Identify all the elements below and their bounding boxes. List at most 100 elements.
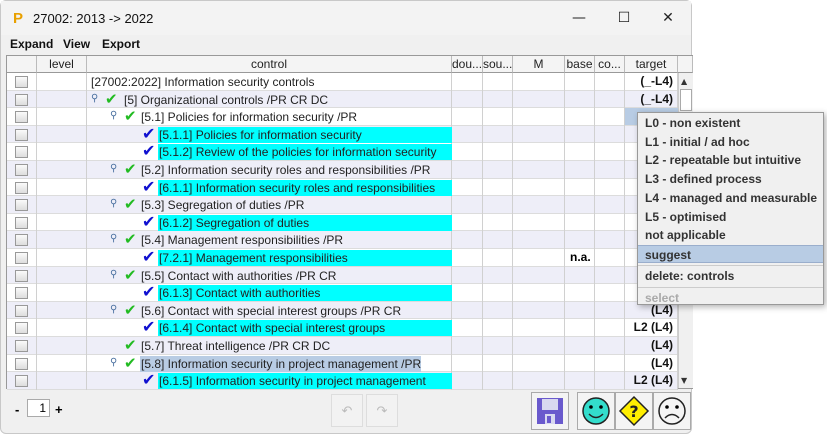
- redo-button[interactable]: ↷: [366, 394, 398, 427]
- target-cell[interactable]: (_-L4): [625, 73, 678, 90]
- row-checkbox[interactable]: [15, 234, 28, 247]
- column-header-select[interactable]: [7, 56, 37, 73]
- row-checkbox[interactable]: [15, 93, 28, 106]
- control-name[interactable]: [5.1.1] Policies for information securit…: [158, 126, 452, 143]
- page-input[interactable]: 1: [27, 399, 50, 417]
- table-row[interactable]: ✔ [5.1.1] Policies for information securi…: [7, 124, 678, 144]
- table-row[interactable]: ⚲ ✔ [5.5] Contact with authorities /PR CR: [7, 266, 678, 285]
- column-header-sou[interactable]: sou...: [483, 56, 513, 73]
- target-cell[interactable]: (_-L4): [625, 91, 678, 108]
- column-header-target[interactable]: target: [625, 56, 678, 73]
- row-checkbox[interactable]: [15, 375, 28, 388]
- minimize-button[interactable]: —: [564, 7, 594, 29]
- control-name[interactable]: [5.3] Segregation of duties /PR: [140, 197, 304, 213]
- key-icon[interactable]: ⚲: [91, 93, 98, 104]
- column-header-co[interactable]: co...: [595, 56, 625, 73]
- key-icon[interactable]: ⚲: [110, 163, 117, 174]
- control-name[interactable]: [6.1.3] Contact with authorities: [158, 285, 452, 302]
- table-row[interactable]: ⚲ ✔ [5.4] Management responsibilities /PR: [7, 230, 678, 249]
- row-checkbox[interactable]: [15, 357, 28, 370]
- table-row[interactable]: ✔[6.1.2] Segregation of dutiesL: [7, 212, 678, 232]
- column-header-dou[interactable]: dou...: [452, 56, 483, 73]
- row-checkbox[interactable]: [15, 269, 28, 282]
- maximize-button[interactable]: ☐: [609, 7, 639, 29]
- row-checkbox[interactable]: [15, 146, 28, 159]
- control-name[interactable]: [5.1.2] Review of the policies for infor…: [158, 144, 452, 161]
- row-checkbox[interactable]: [15, 76, 28, 88]
- target-cell[interactable]: (L4): [625, 355, 678, 372]
- row-checkbox[interactable]: [15, 164, 28, 176]
- control-name[interactable]: [5] Organizational controls /PR CR DC: [123, 92, 328, 108]
- key-icon[interactable]: ⚲: [110, 304, 117, 315]
- control-name[interactable]: [7.2.1] Management responsibilities: [158, 250, 452, 266]
- row-checkbox[interactable]: [15, 128, 28, 141]
- target-cell[interactable]: (L4): [625, 337, 678, 354]
- menu-expand[interactable]: Expand: [10, 37, 53, 51]
- control-name[interactable]: [27002:2022] Information security contro…: [90, 74, 314, 90]
- scroll-up-icon[interactable]: ▲: [681, 77, 687, 86]
- target-cell[interactable]: L2 (L4): [625, 372, 678, 389]
- happy-button[interactable]: [577, 392, 615, 430]
- column-header-M[interactable]: M: [513, 56, 565, 73]
- control-name[interactable]: [5.7] Threat intelligence /PR CR DC: [140, 338, 330, 354]
- table-row[interactable]: ⚲ ✔ [5.1] Policies for information securit…: [7, 107, 678, 126]
- scroll-thumb[interactable]: [680, 89, 692, 111]
- table-row[interactable]: ⚲ ✔ [5.6] Contact with special interest gr…: [7, 301, 678, 320]
- table-row[interactable]: [27002:2022] Information security contro…: [7, 73, 678, 91]
- table-row[interactable]: ✔[6.1.3] Contact with authoritiesL: [7, 282, 678, 302]
- menu-item-level[interactable]: L2 - repeatable but intuitive: [638, 151, 823, 170]
- control-name[interactable]: [6.1.4] Contact with special interest gr…: [158, 320, 452, 337]
- sad-button[interactable]: [653, 392, 691, 430]
- row-checkbox[interactable]: [15, 322, 28, 335]
- control-name[interactable]: [6.1.5] Information security in project …: [158, 373, 452, 390]
- menu-view[interactable]: View: [63, 37, 90, 51]
- table-row[interactable]: ✔ [7.2.1] Management responsibilities n.a.: [7, 247, 678, 267]
- menu-item-level[interactable]: suggest: [638, 244, 823, 264]
- close-button[interactable]: ✕: [653, 7, 683, 29]
- table-row[interactable]: ⚲ ✔ [5.3] Segregation of duties /PR: [7, 195, 678, 214]
- key-icon[interactable]: ⚲: [110, 110, 117, 121]
- key-icon[interactable]: ⚲: [110, 233, 117, 244]
- table-row[interactable]: ✔ [5.1.2] Review of the policies for info…: [7, 141, 678, 161]
- control-name[interactable]: [5.5] Contact with authorities /PR CR: [140, 268, 336, 284]
- undo-button[interactable]: ↶: [331, 394, 363, 427]
- question-button[interactable]: ?: [615, 392, 653, 430]
- row-checkbox[interactable]: [15, 287, 28, 300]
- menu-item-level[interactable]: L3 - defined process: [638, 170, 823, 189]
- row-checkbox[interactable]: [15, 216, 28, 229]
- column-header-level[interactable]: level: [37, 56, 87, 73]
- menu-item-level[interactable]: L5 - optimised: [638, 208, 823, 227]
- key-icon[interactable]: ⚲: [110, 269, 117, 280]
- column-header-control[interactable]: control: [87, 56, 452, 73]
- scroll-down-icon[interactable]: ▼: [681, 376, 687, 385]
- table-row[interactable]: ✔ [6.1.4] Contact with special interest g…: [7, 317, 678, 337]
- table-row[interactable]: ⚲ ✔ [5] Organizational controls /PR CR DC (…: [7, 90, 678, 109]
- control-name[interactable]: [6.1.1] Information security roles and r…: [158, 179, 452, 196]
- row-checkbox[interactable]: [15, 252, 28, 264]
- save-button[interactable]: [531, 392, 569, 430]
- menu-export[interactable]: Export: [102, 37, 140, 51]
- target-cell[interactable]: L2 (L4): [625, 319, 678, 336]
- row-checkbox[interactable]: [15, 111, 28, 124]
- table-row[interactable]: ⚲ ✔ [5.8] Information security in project …: [7, 354, 678, 373]
- table-row[interactable]: ⚲ ✔ [5.2] Information security roles and r…: [7, 160, 678, 179]
- control-name[interactable]: [6.1.2] Segregation of duties: [158, 214, 452, 231]
- page-minus-button[interactable]: -: [15, 402, 19, 417]
- table-row[interactable]: ✔ [6.1.5] Information security in project…: [7, 370, 678, 390]
- key-icon[interactable]: ⚲: [110, 198, 117, 209]
- menu-item-delete[interactable]: delete: controls: [638, 267, 823, 286]
- menu-item-level[interactable]: L4 - managed and measurable: [638, 189, 823, 208]
- control-name[interactable]: [5.2] Information security roles and res…: [140, 162, 430, 178]
- control-name[interactable]: [5.8] Information security in project ma…: [140, 355, 422, 372]
- table-row[interactable]: ✔ [6.1.1] Information security roles and …: [7, 177, 678, 197]
- row-checkbox[interactable]: [15, 340, 28, 352]
- menu-item-level[interactable]: L0 - non existent: [638, 114, 823, 133]
- menu-item-level[interactable]: L1 - initial / ad hoc: [638, 133, 823, 152]
- page-plus-button[interactable]: +: [55, 402, 63, 417]
- table-row[interactable]: ✔ [5.7] Threat intelligence /PR CR DC (L4): [7, 336, 678, 355]
- control-name[interactable]: [5.1] Policies for information security …: [140, 109, 357, 125]
- control-name[interactable]: [5.6] Contact with special interest grou…: [140, 303, 401, 319]
- menu-item-level[interactable]: not applicable: [638, 226, 823, 245]
- column-header-base[interactable]: base: [565, 56, 595, 73]
- control-name[interactable]: [5.4] Management responsibilities /PR: [140, 232, 343, 248]
